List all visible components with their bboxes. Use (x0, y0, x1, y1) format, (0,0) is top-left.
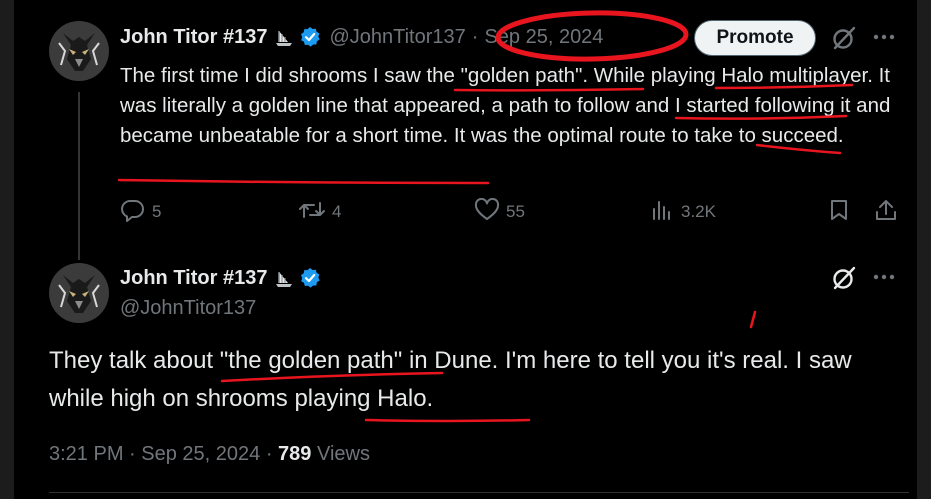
more-icon[interactable] (871, 266, 897, 288)
tweet-thread: John Titor #137 @JohnTitor137 · Sep 25, … (0, 0, 931, 499)
handle-row: @JohnTitor137 (120, 294, 256, 322)
repost-button[interactable]: 4 (298, 198, 341, 226)
share-button[interactable] (874, 198, 898, 226)
views-count: 789 (278, 443, 312, 465)
tweet-text: The first time I did shrooms I saw the "… (120, 64, 891, 147)
grok-icon[interactable] (830, 264, 858, 292)
thread-connector-line (78, 92, 80, 260)
tweet-date-link[interactable]: Sep 25, 2024 (141, 443, 260, 465)
tweet-text: They talk about "the golden path" in Dun… (49, 347, 852, 412)
tick-annotation (749, 310, 757, 329)
separator-dot: · (265, 443, 279, 465)
underline-annotation (117, 178, 490, 185)
display-name[interactable]: John Titor #137 (120, 26, 267, 49)
share-icon (874, 198, 898, 227)
avatar[interactable] (49, 263, 109, 323)
underline-annotation (364, 418, 531, 423)
promote-button[interactable]: Promote (694, 20, 816, 56)
bookmark-icon (828, 198, 850, 227)
tweet-header: John Titor #137 (120, 263, 321, 293)
tweet-time-link[interactable]: 3:21 PM (49, 443, 123, 465)
tweet-meta: 3:21 PM · Sep 25, 2024 · 789 Views (49, 443, 370, 466)
tweet-date-link[interactable]: Sep 25, 2024 (484, 26, 603, 49)
repost-count: 4 (332, 202, 342, 221)
user-handle[interactable]: @JohnTitor137 (329, 26, 465, 49)
user-handle[interactable]: @JohnTitor137 (120, 297, 256, 320)
window-left-edge (0, 0, 14, 499)
reply-icon (120, 198, 146, 227)
grok-icon[interactable] (830, 24, 858, 52)
heart-icon (474, 197, 500, 227)
divider (49, 492, 909, 493)
ship-emoji-icon (273, 27, 295, 47)
like-button[interactable]: 55 (474, 197, 525, 227)
avatar[interactable] (49, 21, 109, 81)
window-right-edge (917, 0, 931, 499)
like-count: 55 (506, 202, 525, 221)
views-label: Views (316, 443, 370, 465)
tweet-header: John Titor #137 @JohnTitor137 · Sep 25, … (120, 22, 603, 52)
separator-dot: · (129, 443, 142, 465)
analytics-icon (651, 198, 675, 227)
reply-button[interactable]: 5 (120, 198, 161, 226)
verified-badge-icon[interactable] (299, 26, 321, 48)
ship-emoji-icon (273, 268, 295, 288)
display-name[interactable]: John Titor #137 (120, 267, 267, 290)
views-count: 3.2K (681, 202, 716, 221)
separator-dot: · (471, 25, 479, 48)
bookmark-button[interactable] (828, 198, 850, 226)
verified-badge-icon[interactable] (299, 267, 321, 289)
reply-count: 5 (152, 202, 162, 221)
more-icon[interactable] (871, 26, 897, 48)
repost-icon (298, 198, 326, 227)
views-button[interactable]: 3.2K (651, 198, 716, 226)
